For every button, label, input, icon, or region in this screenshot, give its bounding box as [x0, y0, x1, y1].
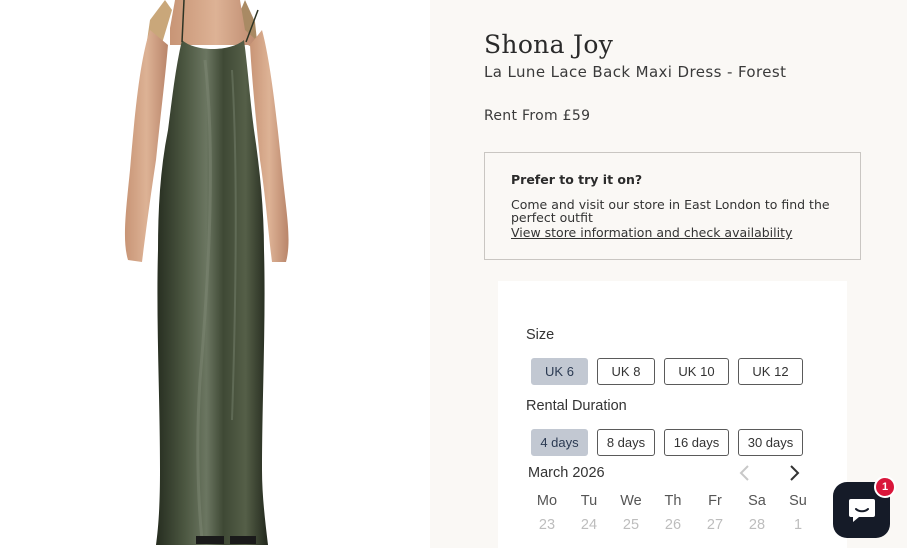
weekday-label: Fr [708, 493, 722, 509]
try-on-text: Come and visit our store in East London … [511, 197, 830, 225]
chevron-left-icon [739, 465, 749, 481]
try-on-box: Prefer to try it on? Come and visit our … [484, 152, 861, 260]
calendar-day: 1 [793, 517, 803, 533]
duration-option-4-days[interactable]: 4 days [531, 429, 588, 456]
calendar-day: 27 [706, 517, 724, 533]
booking-card: Size UK 6 UK 8 UK 10 UK 12 Rental Durati… [498, 281, 847, 548]
duration-option-16-days[interactable]: 16 days [664, 429, 729, 456]
size-label: Size [526, 327, 555, 343]
rental-duration-label: Rental Duration [526, 398, 627, 414]
duration-option-30-days[interactable]: 30 days [738, 429, 803, 456]
calendar-day: 25 [622, 517, 640, 533]
chevron-right-icon [790, 465, 800, 481]
dress-illustration [124, 0, 289, 545]
calendar-day: 28 [748, 517, 766, 533]
weekday-label: Tu [580, 493, 598, 509]
duration-option-8-days[interactable]: 8 days [597, 429, 655, 456]
product-image[interactable] [0, 0, 430, 548]
weekday-label: Sa [748, 493, 766, 509]
brand-name: Shona Joy [484, 30, 614, 59]
next-month-button[interactable] [786, 463, 804, 483]
product-details: Shona Joy La Lune Lace Back Maxi Dress -… [430, 0, 907, 548]
rent-price: Rent From £59 [484, 108, 591, 124]
weekday-label: Th [664, 493, 682, 509]
weekday-label: Mo [536, 493, 558, 509]
calendar-day: 26 [664, 517, 682, 533]
size-option-uk8[interactable]: UK 8 [597, 358, 655, 385]
size-option-uk6[interactable]: UK 6 [531, 358, 588, 385]
weekday-label: We [620, 493, 642, 509]
weekday-label: Su [789, 493, 807, 509]
chat-notification-badge: 1 [874, 476, 896, 498]
previous-month-button[interactable] [736, 463, 754, 483]
calendar-day: 23 [538, 517, 556, 533]
chat-bubble-icon [848, 499, 875, 522]
size-option-uk10[interactable]: UK 10 [664, 358, 729, 385]
calendar-month: March 2026 [528, 465, 605, 481]
size-option-uk12[interactable]: UK 12 [738, 358, 803, 385]
store-info-link[interactable]: View store information and check availab… [511, 225, 792, 240]
calendar-day: 24 [580, 517, 598, 533]
product-title: La Lune Lace Back Maxi Dress - Forest [484, 63, 787, 81]
try-on-heading: Prefer to try it on? [511, 172, 643, 187]
